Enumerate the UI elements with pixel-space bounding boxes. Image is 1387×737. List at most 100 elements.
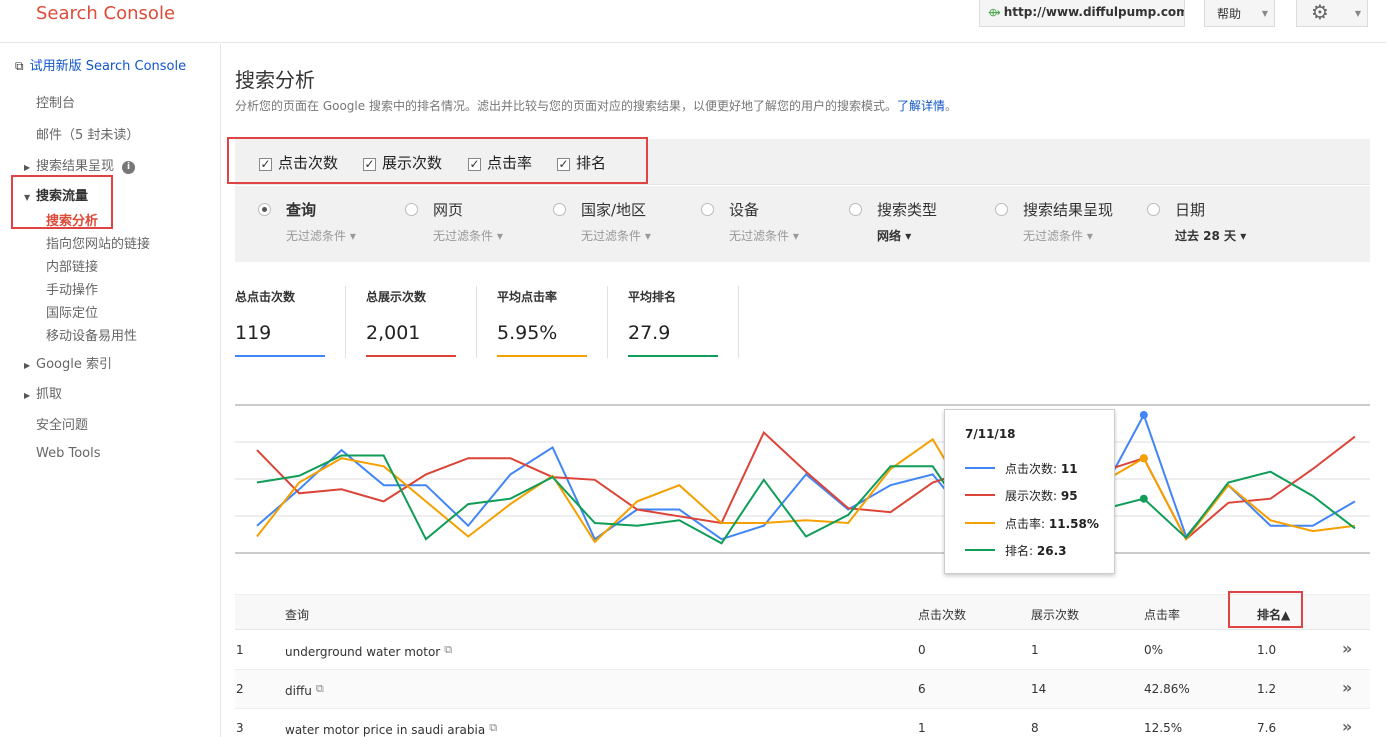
top-bar: Search Console ⟴ http://www.diffulpump.co… [0,0,1387,43]
chevron-down-icon: ▾ [496,229,503,243]
chevron-down-icon: ▾ [1086,229,1093,243]
filter-value: 无过滤条件 [729,229,790,243]
filter-dropdown[interactable]: 无过滤条件 ▾ [433,227,503,244]
impressions-cell: 1 [1031,643,1039,657]
external-link-icon[interactable]: ⧉ [316,682,324,695]
ctr-cell: 0% [1144,643,1164,657]
tooltip-row: 点击率: 11.58% [965,515,1099,532]
chevron-down-icon: ▾ [792,229,799,243]
total-value: 119 [235,322,272,344]
position-cell: 1.0 [1257,643,1277,657]
filter-bar: 查询 无过滤条件 ▾ 网页 无过滤条件 ▾ 国家/地区 无过滤条件 ▾ 设备 无… [235,186,1370,262]
tooltip-row: 展示次数: 95 [965,487,1078,504]
chart-tooltip: 7/11/18 点击次数: 11 展示次数: 95 点击率: 11.58% 排名… [944,409,1115,574]
column-header-impressions[interactable]: 展示次数 [1031,606,1079,623]
highlight-box [227,137,648,184]
radio-unselected[interactable] [553,203,566,216]
query-cell[interactable]: water motor price in saudi arabia ⧉ [285,721,497,737]
column-header-ctr[interactable]: 点击率 [1144,606,1180,623]
filter-value: 网络 [877,229,902,243]
divider [345,286,346,358]
sidebar-item-google-index[interactable]: ▶ Google 索引 [24,353,112,372]
total-label: 总展示次数 [366,290,427,304]
tooltip-value: 11 [1060,462,1078,476]
sidebar-item-label: 试用新版 Search Console [29,59,187,74]
double-chevron-right-icon[interactable]: » [1342,717,1352,736]
filter-dropdown[interactable]: 无过滤条件 ▾ [581,227,651,244]
sidebar-item-search-appearance[interactable]: ▶ 搜索结果呈现 i [24,155,136,174]
radio-unselected[interactable] [995,203,1008,216]
sidebar-item-label: 搜索结果呈现 [36,159,115,174]
filter-dropdown[interactable]: 无过滤条件 ▾ [729,227,799,244]
sidebar-item-crawl[interactable]: ▶ 抓取 [24,383,62,402]
filter-dropdown[interactable]: 过去 28 天 ▾ [1175,227,1246,244]
highlight-box [11,175,113,229]
radio-unselected[interactable] [849,203,862,216]
sidebar-item-web-tools[interactable]: Web Tools [36,446,101,461]
tooltip-date: 7/11/18 [965,427,1016,441]
sidebar-item-security[interactable]: 安全问题 [36,414,88,433]
settings-button[interactable]: ⚙ ▼ [1296,0,1368,27]
radio-unselected[interactable] [701,203,714,216]
chevron-down-icon: ▼ [1354,9,1361,18]
clicks-cell: 1 [918,721,926,735]
description-text: 分析您的页面在 Google 搜索中的排名情况。滤出并比较与您的页面对应的搜索结… [235,99,897,113]
position-cell: 1.2 [1257,682,1277,696]
table-row[interactable]: 2 diffu ⧉ 6 14 42.86% 1.2 » [235,670,1370,709]
app-logo[interactable]: Search Console [36,3,175,24]
filter-value: 无过滤条件 [1023,229,1084,243]
filter-dropdown[interactable]: 网络 ▾ [877,227,911,244]
tooltip-row: 点击次数: 11 [965,460,1078,477]
total-underline [497,355,587,357]
column-header-query[interactable]: 查询 [285,606,309,623]
sidebar-item-links-to-site[interactable]: 指向您网站的链接 [46,233,150,252]
info-icon[interactable]: i [122,161,136,174]
series-line-2 [256,437,1356,544]
filter-dropdown[interactable]: 无过滤条件 ▾ [1023,227,1093,244]
tooltip-row: 排名: 26.3 [965,542,1066,559]
external-link-icon[interactable]: ⧉ [489,721,497,734]
column-header-clicks[interactable]: 点击次数 [918,606,966,623]
filter-label: 日期 [1175,201,1206,219]
tooltip-label: 点击次数 [1005,462,1054,476]
total-label: 平均排名 [628,290,677,304]
description-end: 。 [944,99,957,113]
globe-icon: ⟴ [988,6,1001,19]
hover-point-2 [1139,454,1148,463]
double-chevron-right-icon[interactable]: » [1342,678,1352,697]
legend-swatch [965,522,995,524]
external-link-icon[interactable]: ⧉ [444,643,452,656]
radio-unselected[interactable] [405,203,418,216]
table-row[interactable]: 1 underground water motor ⧉ 0 1 0% 1.0 » [235,631,1370,670]
chevron-down-icon: ▾ [905,229,912,243]
expand-triangle-icon: ▶ [24,361,31,370]
help-button[interactable]: 帮助 ▼ [1204,0,1275,27]
radio-unselected[interactable] [1147,203,1160,216]
table-row[interactable]: 3 water motor price in saudi arabia ⧉ 1 8… [235,709,1370,737]
sidebar-item-intl-targeting[interactable]: 国际定位 [46,302,98,321]
site-selector[interactable]: ⟴http://www.diffulpump.com/▼ [979,0,1185,27]
sidebar-item-mobile-usability[interactable]: 移动设备易用性 [46,325,137,344]
radio-selected[interactable] [258,203,271,216]
total-underline [628,355,718,357]
query-cell[interactable]: underground water motor ⧉ [285,643,452,659]
sidebar-item-dashboard[interactable]: 控制台 [36,92,75,111]
total-underline [366,355,456,357]
query-text: water motor price in saudi arabia [285,723,486,737]
sidebar-item-messages[interactable]: 邮件（5 封未读） [36,124,139,143]
sidebar-item-manual-actions[interactable]: 手动操作 [46,279,98,298]
filter-label: 设备 [729,201,760,219]
page-description: 分析您的页面在 Google 搜索中的排名情况。滤出并比较与您的页面对应的搜索结… [235,97,957,114]
tooltip-value: 11.58% [1048,517,1099,531]
hover-point-0 [1139,411,1148,419]
expand-triangle-icon: ▶ [24,391,31,400]
hover-point-3 [1139,494,1148,503]
query-cell[interactable]: diffu ⧉ [285,682,324,698]
sidebar-item-new-version[interactable]: ⧉ 试用新版 Search Console [15,55,186,74]
sidebar-item-internal-links[interactable]: 内部链接 [46,256,98,275]
tooltip-label: 展示次数 [1005,489,1054,503]
filter-dropdown[interactable]: 无过滤条件 ▾ [286,227,356,244]
learn-more-link[interactable]: 了解详情 [897,99,945,113]
performance-chart[interactable] [235,400,1370,560]
double-chevron-right-icon[interactable]: » [1342,639,1352,658]
